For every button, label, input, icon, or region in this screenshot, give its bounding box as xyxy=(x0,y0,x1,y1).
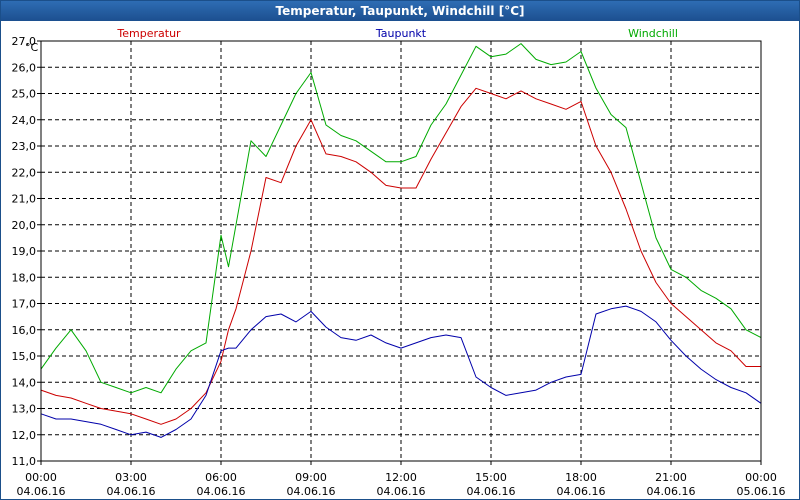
x-tick-time: 18:00 xyxy=(565,471,597,484)
y-tick-label: 17,0 xyxy=(12,298,37,311)
x-tick-time: 06:00 xyxy=(205,471,237,484)
chart-window: Temperatur, Taupunkt, Windchill [°C] 11,… xyxy=(0,0,800,500)
x-tick-date: 04.06.16 xyxy=(467,485,516,498)
legend-entry-windchill: Windchill xyxy=(628,27,678,40)
y-axis-label: °C xyxy=(25,41,39,54)
y-axis: 11,0 12,0 13,0 14,0 15,0 16,0 17,0 18,0 19,0 20,0… xyxy=(12,35,41,468)
y-tick-label: 15,0 xyxy=(12,350,37,363)
y-tick-label: 21,0 xyxy=(12,193,37,206)
x-tick-date: 04.06.16 xyxy=(197,485,246,498)
x-tick-time: 12:00 xyxy=(385,471,417,484)
x-tick-time: 00:00 xyxy=(745,471,777,484)
y-tick-label: 18,0 xyxy=(12,271,37,284)
x-tick-time: 03:00 xyxy=(115,471,147,484)
x-tick-time: 09:00 xyxy=(295,471,327,484)
x-tick-date: 04.06.16 xyxy=(107,485,156,498)
y-tick-label: 26,0 xyxy=(12,61,37,74)
y-tick-label: 22,0 xyxy=(12,166,37,179)
y-tick-label: 14,0 xyxy=(12,376,37,389)
x-axis: 00:0004.06.1603:0004.06.1606:0004.06.160… xyxy=(17,461,786,498)
y-tick-label: 25,0 xyxy=(12,88,37,101)
y-tick-label: 23,0 xyxy=(12,140,37,153)
y-tick-label: 12,0 xyxy=(12,429,37,442)
y-tick-label: 11,0 xyxy=(12,455,37,468)
x-tick-time: 15:00 xyxy=(475,471,507,484)
y-tick-label: 13,0 xyxy=(12,403,37,416)
grid xyxy=(41,41,761,461)
x-tick-time: 00:00 xyxy=(25,471,57,484)
legend: Temperatur Taupunkt Windchill xyxy=(116,27,678,40)
y-tick-label: 16,0 xyxy=(12,324,37,337)
y-tick-label: 20,0 xyxy=(12,219,37,232)
x-tick-date: 04.06.16 xyxy=(17,485,66,498)
x-tick-date: 04.06.16 xyxy=(557,485,606,498)
y-tick-label: 19,0 xyxy=(12,245,37,258)
x-tick-date: 04.06.16 xyxy=(377,485,426,498)
x-tick-date: 05.06.16 xyxy=(737,485,786,498)
legend-entry-taupunkt: Taupunkt xyxy=(375,27,427,40)
line-chart: 11,0 12,0 13,0 14,0 15,0 16,0 17,0 18,0 19,0 20,0… xyxy=(12,27,786,498)
x-tick-time: 21:00 xyxy=(655,471,687,484)
x-tick-date: 04.06.16 xyxy=(647,485,696,498)
x-tick-date: 04.06.16 xyxy=(287,485,336,498)
y-tick-label: 24,0 xyxy=(12,114,37,127)
legend-entry-temperatur: Temperatur xyxy=(116,27,181,40)
